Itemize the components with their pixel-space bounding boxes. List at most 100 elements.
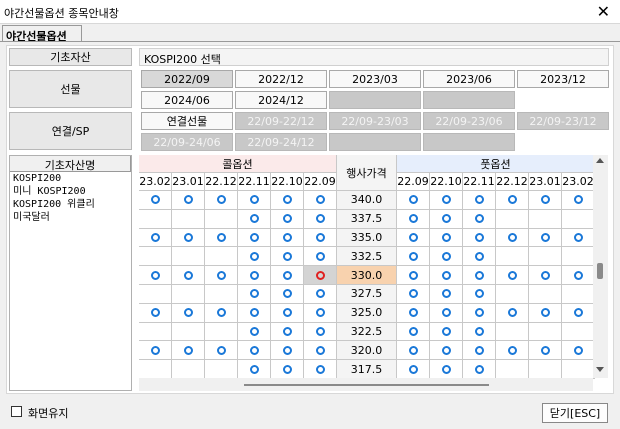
- put-option-cell[interactable]: [430, 228, 463, 248]
- put-option-cell[interactable]: [463, 360, 496, 379]
- call-option-cell[interactable]: [238, 191, 271, 210]
- put-option-cell[interactable]: [529, 341, 562, 361]
- put-option-cell[interactable]: [562, 191, 595, 210]
- vertical-scrollbar[interactable]: [593, 155, 608, 378]
- call-option-cell[interactable]: [172, 266, 205, 285]
- put-option-cell[interactable]: [529, 303, 562, 323]
- put-option-cell[interactable]: [562, 266, 595, 285]
- call-option-cell[interactable]: [271, 191, 304, 210]
- put-option-cell[interactable]: [496, 228, 529, 248]
- put-option-cell[interactable]: [463, 209, 496, 229]
- call-option-cell[interactable]: [238, 341, 271, 361]
- call-option-cell[interactable]: [205, 228, 238, 248]
- put-option-cell[interactable]: [463, 285, 496, 304]
- futures-button[interactable]: 2024/12: [235, 91, 327, 109]
- put-option-cell[interactable]: [463, 266, 496, 285]
- put-option-cell[interactable]: [397, 322, 430, 342]
- call-option-cell[interactable]: [271, 266, 304, 285]
- list-item[interactable]: KOSPI200: [10, 172, 131, 185]
- call-option-cell[interactable]: [271, 285, 304, 304]
- list-item[interactable]: KOSPI200 위클리: [10, 198, 131, 211]
- put-option-cell[interactable]: [397, 360, 430, 379]
- call-option-cell[interactable]: [304, 247, 337, 267]
- put-option-cell[interactable]: [430, 247, 463, 267]
- put-option-cell[interactable]: [463, 322, 496, 342]
- put-option-cell[interactable]: [430, 341, 463, 361]
- futures-button[interactable]: 2023/03: [329, 70, 421, 88]
- put-option-cell[interactable]: [529, 228, 562, 248]
- put-option-cell[interactable]: [529, 191, 562, 210]
- put-option-cell[interactable]: [430, 303, 463, 323]
- call-option-cell[interactable]: [304, 209, 337, 229]
- call-option-cell[interactable]: [238, 322, 271, 342]
- futures-button[interactable]: 2022/09: [141, 70, 233, 88]
- call-option-cell[interactable]: [238, 285, 271, 304]
- call-option-cell[interactable]: [139, 303, 172, 323]
- futures-button[interactable]: 2023/12: [517, 70, 609, 88]
- put-option-cell[interactable]: [496, 266, 529, 285]
- put-option-cell[interactable]: [496, 303, 529, 323]
- call-option-cell[interactable]: [304, 191, 337, 210]
- call-option-cell[interactable]: [238, 228, 271, 248]
- put-option-cell[interactable]: [430, 285, 463, 304]
- call-option-cell[interactable]: [304, 285, 337, 304]
- call-option-cell[interactable]: [238, 209, 271, 229]
- call-option-cell[interactable]: [238, 247, 271, 267]
- put-option-cell[interactable]: [463, 191, 496, 210]
- put-option-cell[interactable]: [397, 341, 430, 361]
- call-option-cell[interactable]: [304, 322, 337, 342]
- list-item[interactable]: 미국달러: [10, 211, 131, 224]
- call-option-cell[interactable]: [205, 341, 238, 361]
- futures-button[interactable]: 2022/12: [235, 70, 327, 88]
- put-option-cell[interactable]: [496, 341, 529, 361]
- scroll-up-icon[interactable]: [596, 158, 604, 163]
- scrollbar-thumb-horizontal[interactable]: [244, 384, 489, 386]
- call-option-cell[interactable]: [139, 228, 172, 248]
- futures-button[interactable]: 2024/06: [141, 91, 233, 109]
- list-item[interactable]: 미니 KOSPI200: [10, 185, 131, 198]
- put-option-cell[interactable]: [496, 191, 529, 210]
- scrollbar-thumb[interactable]: [597, 263, 603, 279]
- call-option-cell[interactable]: [205, 191, 238, 210]
- call-option-cell[interactable]: [172, 228, 205, 248]
- call-option-cell[interactable]: [304, 303, 337, 323]
- put-option-cell[interactable]: [463, 247, 496, 267]
- put-option-cell[interactable]: [397, 266, 430, 285]
- call-option-cell[interactable]: [304, 341, 337, 361]
- close-button[interactable]: 닫기[ESC]: [542, 403, 608, 423]
- keep-screen-checkbox[interactable]: [11, 406, 22, 417]
- put-option-cell[interactable]: [397, 285, 430, 304]
- call-option-cell[interactable]: [139, 341, 172, 361]
- call-option-cell[interactable]: [271, 360, 304, 379]
- put-option-cell[interactable]: [397, 191, 430, 210]
- put-option-cell[interactable]: [397, 247, 430, 267]
- spread-button[interactable]: 연결선물: [141, 112, 233, 130]
- put-option-cell[interactable]: [430, 360, 463, 379]
- call-option-cell[interactable]: [172, 191, 205, 210]
- call-option-cell[interactable]: [304, 360, 337, 379]
- put-option-cell[interactable]: [397, 209, 430, 229]
- call-option-cell[interactable]: [139, 266, 172, 285]
- call-option-cell[interactable]: [205, 303, 238, 323]
- call-option-cell[interactable]: [271, 228, 304, 248]
- call-option-cell[interactable]: [238, 360, 271, 379]
- tab-night-futures-options[interactable]: 야간선물옵션: [2, 25, 82, 43]
- call-option-cell[interactable]: [172, 303, 205, 323]
- call-option-cell[interactable]: [304, 228, 337, 248]
- call-option-cell[interactable]: [139, 191, 172, 210]
- put-option-cell[interactable]: [562, 303, 595, 323]
- call-option-cell[interactable]: [271, 209, 304, 229]
- put-option-cell[interactable]: [463, 303, 496, 323]
- put-option-cell[interactable]: [430, 322, 463, 342]
- call-option-cell[interactable]: [238, 266, 271, 285]
- put-option-cell[interactable]: [397, 303, 430, 323]
- put-option-cell[interactable]: [397, 228, 430, 248]
- put-option-cell[interactable]: [562, 341, 595, 361]
- put-option-cell[interactable]: [562, 228, 595, 248]
- futures-button[interactable]: 2023/06: [423, 70, 515, 88]
- put-option-cell[interactable]: [430, 191, 463, 210]
- call-option-cell[interactable]: [271, 341, 304, 361]
- put-option-cell[interactable]: [463, 228, 496, 248]
- scroll-down-icon[interactable]: [596, 367, 604, 372]
- put-option-cell[interactable]: [463, 341, 496, 361]
